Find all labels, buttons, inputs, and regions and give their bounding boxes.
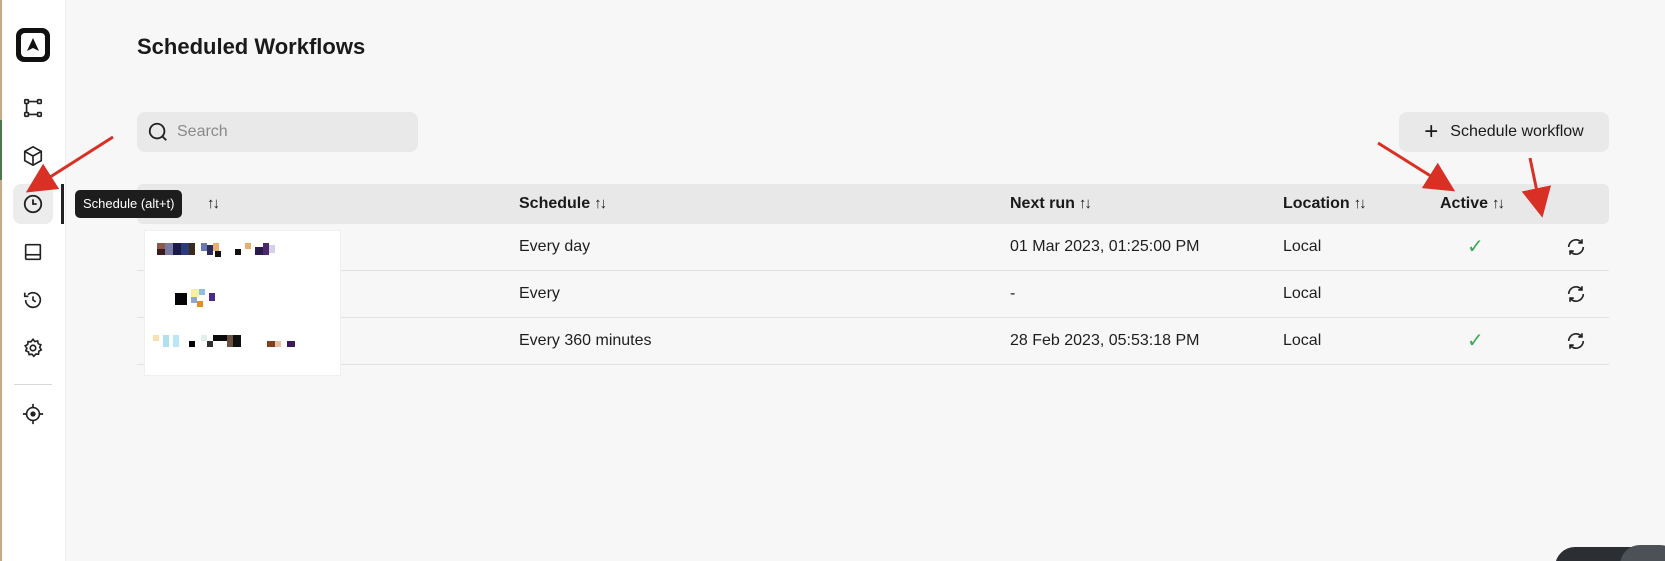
refresh-icon [1567, 286, 1585, 302]
app-logo[interactable] [16, 28, 50, 62]
sort-icon: ↑↓ [207, 195, 220, 212]
refresh-button[interactable] [1565, 318, 1587, 364]
active-indicator [61, 184, 64, 224]
redaction-pixel [275, 341, 281, 347]
redaction-pixel [287, 341, 295, 347]
active-check-icon: ✓ [1467, 330, 1484, 352]
sidebar-item-workflows[interactable] [13, 88, 53, 128]
schedule-workflow-label: Schedule workflow [1450, 123, 1584, 140]
sort-icon: ↑↓ [1078, 195, 1092, 212]
redaction-pixel [255, 247, 263, 255]
workflow-icon [23, 98, 43, 118]
redaction-pixel [181, 243, 189, 255]
refresh-button[interactable] [1565, 224, 1587, 270]
cell-schedule: Every 360 minutes [519, 332, 652, 349]
column-header-label: Schedule [519, 195, 591, 212]
sort-icon: ↑↓ [594, 195, 607, 212]
redaction-pixel [189, 243, 195, 255]
gear-icon [23, 337, 43, 358]
sidebar-item-panel[interactable] [13, 232, 53, 272]
sidebar-divider [14, 384, 52, 385]
refresh-icon [1567, 333, 1585, 349]
sidebar-item-packages[interactable] [13, 136, 53, 176]
redaction-pixel [245, 243, 251, 249]
redaction-pixel [207, 341, 213, 347]
panel-icon [24, 243, 42, 261]
page-title: Scheduled Workflows [137, 34, 366, 59]
redaction-pixel [233, 335, 241, 347]
redaction-pixel [267, 341, 275, 347]
clock-icon [23, 194, 43, 214]
redaction-pixel [153, 335, 159, 341]
column-header-label: Active [1440, 195, 1489, 212]
cell-schedule: Every day [519, 238, 591, 255]
redaction-pixel [191, 289, 199, 297]
sort-icon: ↑↓ [1353, 195, 1367, 212]
history-icon [23, 291, 42, 309]
table-header: ↑↓ Schedule ↑↓ Next run ↑↓ Location ↑↓ Acti… [137, 184, 1609, 224]
logo-icon [27, 38, 39, 51]
cube-icon [23, 145, 43, 167]
column-header-active[interactable]: Active ↑↓ [1440, 184, 1505, 224]
cell-location: Local [1283, 285, 1322, 302]
column-header-schedule[interactable]: Schedule ↑↓ [519, 184, 607, 224]
redaction-pixel [215, 251, 221, 257]
redaction-pixel [175, 293, 187, 305]
search-input[interactable] [177, 123, 407, 141]
sidebar-item-schedule[interactable] [13, 184, 53, 224]
cell-schedule: Every [519, 285, 560, 302]
table-row[interactable]: Every - Local [137, 271, 1609, 318]
refresh-button[interactable] [1565, 271, 1587, 317]
sidebar [0, 0, 66, 561]
cell-location: Local [1283, 238, 1322, 255]
sidebar-item-target[interactable] [13, 394, 53, 434]
column-header-label: Next run [1010, 195, 1075, 212]
column-header-label: Location [1283, 195, 1350, 212]
redaction-pixel [235, 249, 241, 255]
redaction-pixel [209, 293, 215, 301]
window-edge-accent [0, 120, 2, 180]
redaction-pixel [165, 243, 173, 255]
schedule-tooltip: Schedule (alt+t) [75, 190, 183, 218]
sort-icon: ↑↓ [1492, 195, 1505, 212]
logo-mark [21, 33, 45, 57]
window-edge [0, 0, 2, 561]
redaction-pixel [173, 243, 181, 255]
redaction-pixel [213, 243, 219, 251]
redacted-names [144, 230, 341, 376]
table-row[interactable]: Every day 01 Mar 2023, 01:25:00 PM Local… [137, 224, 1609, 271]
refresh-icon [1567, 239, 1585, 255]
redaction-pixel [173, 335, 179, 347]
search-icon [148, 122, 167, 141]
cell-next-run: 28 Feb 2023, 05:53:18 PM [1010, 332, 1200, 349]
schedule-workflow-button[interactable]: + Schedule workflow [1399, 112, 1609, 152]
cell-next-run: - [1010, 285, 1016, 302]
target-icon [22, 403, 44, 425]
sidebar-item-history[interactable] [13, 280, 53, 320]
redaction-pixel [269, 245, 275, 253]
table-row[interactable]: Every 360 minutes 28 Feb 2023, 05:53:18 … [137, 318, 1609, 365]
cell-next-run: 01 Mar 2023, 01:25:00 PM [1010, 238, 1200, 255]
redaction-pixel [213, 335, 227, 341]
column-header-location[interactable]: Location ↑↓ [1283, 184, 1367, 224]
active-check-icon: ✓ [1467, 236, 1484, 258]
redaction-pixel [189, 341, 195, 347]
sidebar-item-settings[interactable] [13, 328, 53, 368]
column-header-name[interactable]: ↑↓ [203, 184, 220, 224]
cell-location: Local [1283, 332, 1322, 349]
redaction-pixel [157, 249, 165, 255]
search-box[interactable] [137, 112, 418, 152]
redaction-pixel [163, 335, 169, 347]
plus-icon: + [1424, 118, 1439, 145]
redaction-pixel [197, 301, 203, 307]
redaction-pixel [199, 289, 205, 295]
column-header-next-run[interactable]: Next run ↑↓ [1010, 184, 1092, 224]
